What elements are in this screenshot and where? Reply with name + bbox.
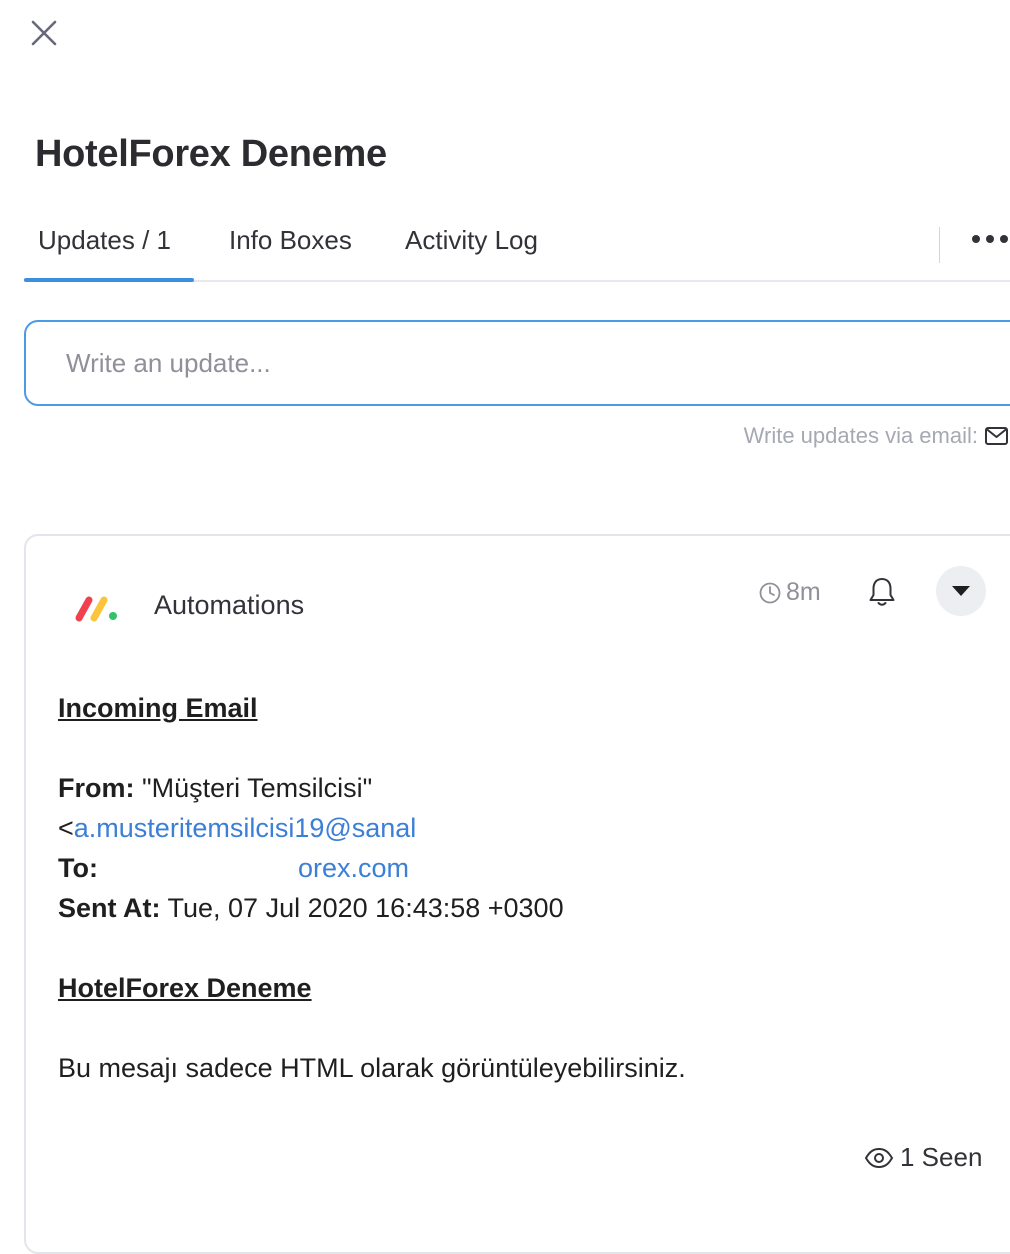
update-body: Incoming Email From: "Müşteri Temsilcisi… <box>58 688 998 1088</box>
sent-label: Sent At: <box>58 893 161 923</box>
caret-down-icon <box>952 586 970 596</box>
close-button[interactable] <box>26 15 62 51</box>
email-subject: HotelForex Deneme <box>58 973 312 1003</box>
from-name: "Müşteri Temsilcisi" <box>142 773 373 803</box>
active-tab-indicator <box>24 278 194 282</box>
update-input[interactable] <box>24 320 1010 406</box>
email-updates-link[interactable]: Write updates via email: <box>744 423 1010 449</box>
email-to-line: To: orex.com <box>58 848 998 888</box>
post-time: 8m <box>758 578 821 607</box>
email-sent-line: Sent At: Tue, 07 Jul 2020 16:43:58 +0300 <box>58 888 998 928</box>
from-email-prefix: < <box>58 813 74 843</box>
email-message: Bu mesajı sadece HTML olarak görüntüleye… <box>58 1053 686 1083</box>
tab-info-boxes[interactable]: Info Boxes <box>229 225 352 256</box>
seen-count: 1 Seen <box>900 1142 983 1172</box>
eye-icon <box>864 1147 894 1168</box>
to-email-link[interactable]: orex.com <box>298 853 409 883</box>
to-label: To: <box>58 853 98 883</box>
update-card: Automations 8m Incoming Email From: "Müş… <box>24 534 1010 1254</box>
from-email-link[interactable]: a.musteritemsilcisi19@sanal <box>74 813 417 843</box>
tab-activity-log[interactable]: Activity Log <box>405 225 538 256</box>
email-heading: Incoming Email <box>58 693 258 723</box>
tab-bar: Updates / 1 Info Boxes Activity Log <box>24 205 1010 282</box>
more-options-button[interactable] <box>970 229 1010 253</box>
author-avatar <box>74 592 122 629</box>
tabs-divider <box>939 227 940 263</box>
page-title: HotelForex Deneme <box>35 133 387 175</box>
email-updates-label: Write updates via email: <box>743 423 978 448</box>
more-icon <box>972 235 1008 243</box>
notify-button[interactable] <box>864 574 900 610</box>
close-icon <box>31 20 57 46</box>
clock-icon <box>759 582 781 603</box>
sent-value: Tue, 07 Jul 2020 16:43:58 +0300 <box>167 893 564 923</box>
email-from-address-line: <a.musteritemsilcisi19@sanal <box>58 808 998 848</box>
update-options-button[interactable] <box>936 566 986 616</box>
envelope-icon <box>985 427 1008 445</box>
author-name[interactable]: Automations <box>154 590 304 621</box>
email-from-line: From: "Müşteri Temsilcisi" <box>58 768 998 808</box>
from-label: From: <box>58 773 135 803</box>
post-time-text: 8m <box>786 578 821 606</box>
tab-updates[interactable]: Updates / 1 <box>38 225 171 256</box>
seen-indicator[interactable]: 1 Seen <box>864 1142 982 1173</box>
bell-icon <box>869 578 895 606</box>
logo-icon <box>75 596 117 622</box>
